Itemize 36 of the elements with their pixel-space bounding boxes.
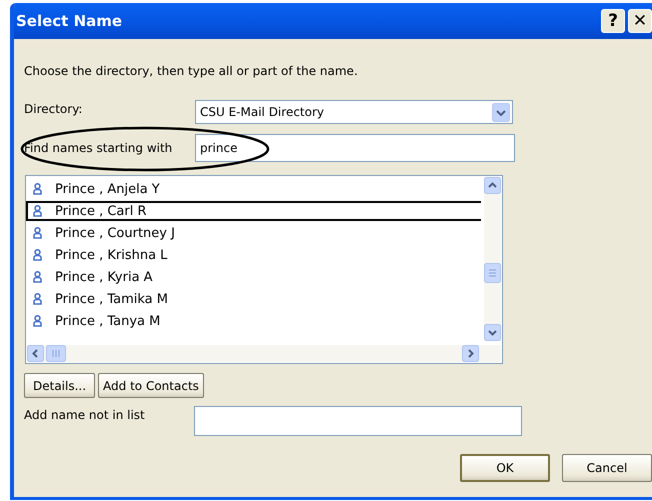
dialog-button[interactable]: Cancel	[562, 454, 652, 482]
name-list-item[interactable]: Prince , Anjela Y	[26, 179, 481, 199]
instruction-text: Choose the directory, then type all or part of the name.	[24, 64, 359, 80]
horizontal-scrollbar[interactable]	[27, 345, 501, 362]
add-name-label: Add name not in list	[24, 407, 146, 424]
scroll-right-icon[interactable]	[462, 345, 479, 362]
directory-label: Directory:	[24, 101, 84, 118]
list-action-button[interactable]: Details...	[24, 373, 96, 398]
name-list-item[interactable]: Prince , Kyria A	[26, 267, 481, 287]
find-input[interactable]: prince	[195, 134, 515, 162]
person-icon	[33, 205, 42, 217]
directory-dropdown[interactable]: CSU E-Mail Directory	[195, 100, 513, 124]
scroll-down-icon[interactable]	[484, 324, 501, 341]
scroll-thumb-icon[interactable]	[46, 345, 66, 362]
name-list-item[interactable]: Prince , Krishna L	[26, 245, 481, 265]
name-list-item[interactable]: Prince , Tamika M	[26, 289, 481, 309]
person-icon	[33, 293, 42, 305]
person-icon	[33, 271, 42, 283]
person-icon	[33, 227, 42, 239]
close-button[interactable]: ✕	[628, 9, 652, 33]
dialog-button[interactable]: OK	[460, 454, 550, 482]
window-title: Select Name	[16, 12, 124, 30]
add-name-input[interactable]	[194, 406, 522, 436]
person-icon	[33, 315, 42, 327]
scroll-left-icon[interactable]	[27, 345, 44, 362]
person-icon	[33, 249, 42, 261]
help-button[interactable]: ?	[601, 9, 625, 33]
name-list-item[interactable]: Prince , Courtney J	[26, 223, 481, 243]
person-icon	[33, 183, 42, 195]
list-action-button[interactable]: Add to Contacts	[98, 373, 204, 398]
name-list-item[interactable]: Prince , Tanya M	[26, 311, 481, 331]
find-label: Find names starting with	[24, 140, 174, 157]
scroll-up-icon[interactable]	[484, 177, 501, 194]
scroll-thumb-icon[interactable]	[484, 263, 501, 283]
vertical-scrollbar[interactable]	[484, 177, 501, 341]
name-list-item[interactable]: Prince , Carl R	[26, 201, 481, 221]
